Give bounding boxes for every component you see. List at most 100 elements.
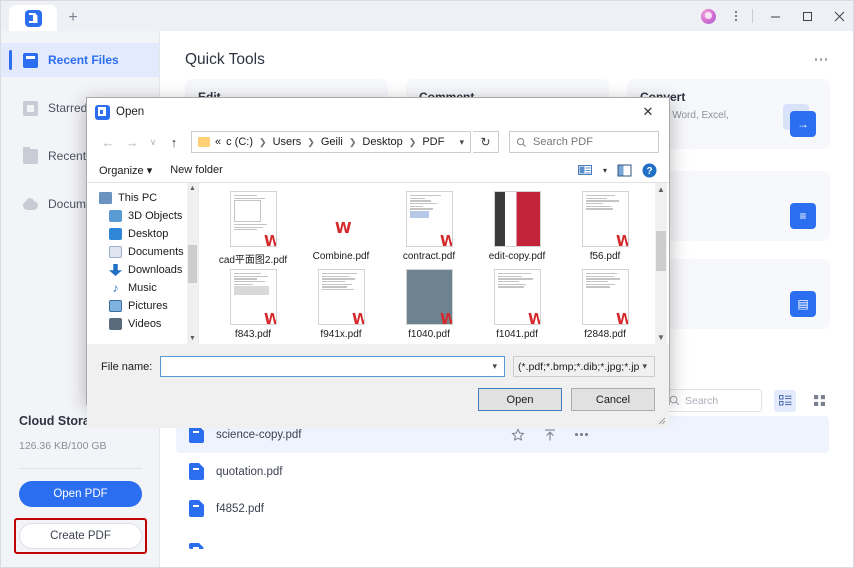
list-item[interactable]: quotation.pdf	[176, 453, 829, 490]
tab-home[interactable]	[9, 5, 57, 31]
chevron-down-icon[interactable]: ▾	[639, 361, 650, 372]
tree-item-pictures[interactable]: Pictures	[87, 297, 198, 315]
dialog-search-placeholder: Search PDF	[533, 136, 593, 148]
new-folder-button[interactable]: New folder	[170, 164, 223, 176]
breadcrumb-2[interactable]: Users	[273, 136, 302, 148]
list-view-icon[interactable]	[774, 389, 796, 412]
more-options-icon[interactable]	[814, 58, 827, 61]
sidebar-item-recent-files[interactable]: Recent Files	[1, 43, 159, 77]
file-grid-label: f1040.pdf	[408, 329, 450, 340]
up-button[interactable]: ↑	[163, 130, 185, 154]
create-pdf-button[interactable]: Create PDF	[19, 523, 142, 549]
file-thumbnail: W	[405, 191, 453, 247]
file-grid-item[interactable]: W f941x.pdf	[297, 269, 385, 347]
breadcrumb-4[interactable]: Desktop	[362, 136, 402, 148]
breadcrumb-3[interactable]: Geili	[321, 136, 343, 148]
tree-item-videos[interactable]: Videos	[87, 315, 198, 333]
cloud-icon	[23, 198, 38, 210]
tree-item-label: Pictures	[128, 300, 168, 312]
file-grid-item[interactable]: W f1040.pdf	[385, 269, 473, 347]
recent-files-icon	[23, 52, 38, 68]
file-grid-item[interactable]: W f56.pdf	[561, 191, 649, 269]
preview-pane-icon[interactable]	[617, 164, 632, 177]
scrollbar-thumb[interactable]	[188, 245, 197, 283]
file-grid-item[interactable]: W f843.pdf	[209, 269, 297, 347]
wps-icon: W	[616, 312, 628, 325]
file-grid-item[interactable]: W cad平面图2.pdf	[209, 191, 297, 269]
upload-icon[interactable]	[543, 428, 557, 442]
file-type-select[interactable]: (*.pdf;*.bmp;*.dib;*.jpg;*.jpeg;*.j ▾	[513, 356, 655, 377]
open-pdf-button[interactable]: Open PDF	[19, 481, 142, 507]
more-icon[interactable]	[575, 433, 588, 436]
search-box[interactable]	[662, 389, 762, 412]
chevron-down-icon[interactable]: ▾	[459, 137, 464, 148]
open-button[interactable]: Open	[478, 388, 562, 411]
application-window: + Recent Files Starred Fi Recent Fo Docu…	[0, 0, 854, 568]
scroll-up-icon[interactable]: ▲	[657, 185, 665, 194]
file-grid-item[interactable]: W contract.pdf	[385, 191, 473, 269]
file-grid-item[interactable]: W f1041.pdf	[473, 269, 561, 347]
scroll-up-icon[interactable]: ▲	[189, 185, 196, 192]
file-name-input[interactable]	[165, 360, 490, 373]
file-name-field[interactable]: ▾	[160, 356, 505, 377]
new-tab-button[interactable]: +	[57, 5, 89, 31]
dialog-search-box[interactable]: Search PDF	[509, 131, 659, 153]
pdf-file-icon	[189, 542, 204, 550]
breadcrumb-separator: ❯	[348, 136, 357, 147]
file-grid-item[interactable]: edit-copy.pdf	[473, 191, 561, 269]
list-item[interactable]	[176, 527, 829, 564]
pictures-icon	[109, 300, 122, 312]
template-icon: ▤	[790, 291, 816, 317]
wps-icon: W	[528, 312, 540, 325]
breadcrumb-5[interactable]: PDF	[422, 136, 444, 148]
scroll-down-icon[interactable]: ▼	[657, 333, 665, 342]
file-grid-item[interactable]: W f2848.pdf	[561, 269, 649, 347]
scrollbar-thumb[interactable]	[656, 231, 666, 271]
tree-item-music[interactable]: ♪ Music	[87, 279, 198, 297]
tree-scrollbar[interactable]: ▲ ▼	[187, 183, 198, 344]
view-layout-icon[interactable]	[577, 164, 593, 177]
wps-icon: W	[352, 312, 364, 325]
maximize-button[interactable]	[791, 1, 823, 31]
wps-icon: W	[440, 312, 452, 325]
dialog-title: Open	[116, 106, 145, 118]
breadcrumb-1[interactable]: c (C:)	[226, 136, 253, 148]
tree-item-this-pc[interactable]: This PC	[87, 189, 198, 207]
chevron-down-icon[interactable]: ▾	[603, 166, 607, 175]
help-icon[interactable]: ?	[642, 163, 657, 178]
scroll-down-icon[interactable]: ▼	[189, 335, 196, 342]
back-button[interactable]: ←	[97, 130, 119, 154]
dialog-close-button[interactable]: ✕	[627, 98, 669, 126]
tree-item-downloads[interactable]: Downloads	[87, 261, 198, 279]
file-grid-item[interactable]: W Combine.pdf	[297, 191, 385, 269]
avatar[interactable]	[701, 8, 716, 24]
documents-icon	[109, 246, 122, 258]
cancel-button[interactable]: Cancel	[571, 388, 655, 411]
file-grid-scrollbar[interactable]: ▲ ▼	[655, 183, 667, 344]
grid-view-icon[interactable]	[808, 390, 830, 412]
file-thumbnail: W	[581, 191, 629, 247]
forward-button[interactable]: →	[121, 130, 143, 154]
pdf-app-icon	[24, 9, 42, 27]
file-name-row: File name: ▾ (*.pdf;*.bmp;*.dib;*.jpg;*.…	[101, 356, 655, 377]
main-menu-icon[interactable]	[728, 1, 744, 31]
refresh-button[interactable]: ↻	[473, 131, 499, 153]
search-icon	[669, 395, 680, 406]
tree-item-label: Desktop	[128, 228, 169, 240]
tree-item-3d-objects[interactable]: 3D Objects	[87, 207, 198, 225]
minimize-button[interactable]	[759, 1, 791, 31]
organize-button[interactable]: Organize ▾	[99, 164, 152, 177]
resize-grip[interactable]	[656, 415, 666, 425]
close-button[interactable]	[823, 1, 853, 31]
file-thumbnail	[493, 191, 541, 247]
list-item[interactable]: f4852.pdf	[176, 490, 829, 527]
tree-item-documents[interactable]: Documents	[87, 243, 198, 261]
chevron-down-icon[interactable]: ▾	[489, 361, 500, 372]
star-icon[interactable]	[511, 427, 525, 442]
3d-objects-icon	[109, 210, 122, 222]
tree-item-desktop[interactable]: Desktop	[87, 225, 198, 243]
pdf-app-icon	[95, 104, 110, 120]
search-input[interactable]	[685, 394, 755, 407]
recent-locations-button[interactable]: ∨	[145, 130, 161, 154]
address-bar[interactable]: « c (C:) ❯ Users ❯ Geili ❯ Desktop ❯ PDF…	[191, 131, 471, 153]
